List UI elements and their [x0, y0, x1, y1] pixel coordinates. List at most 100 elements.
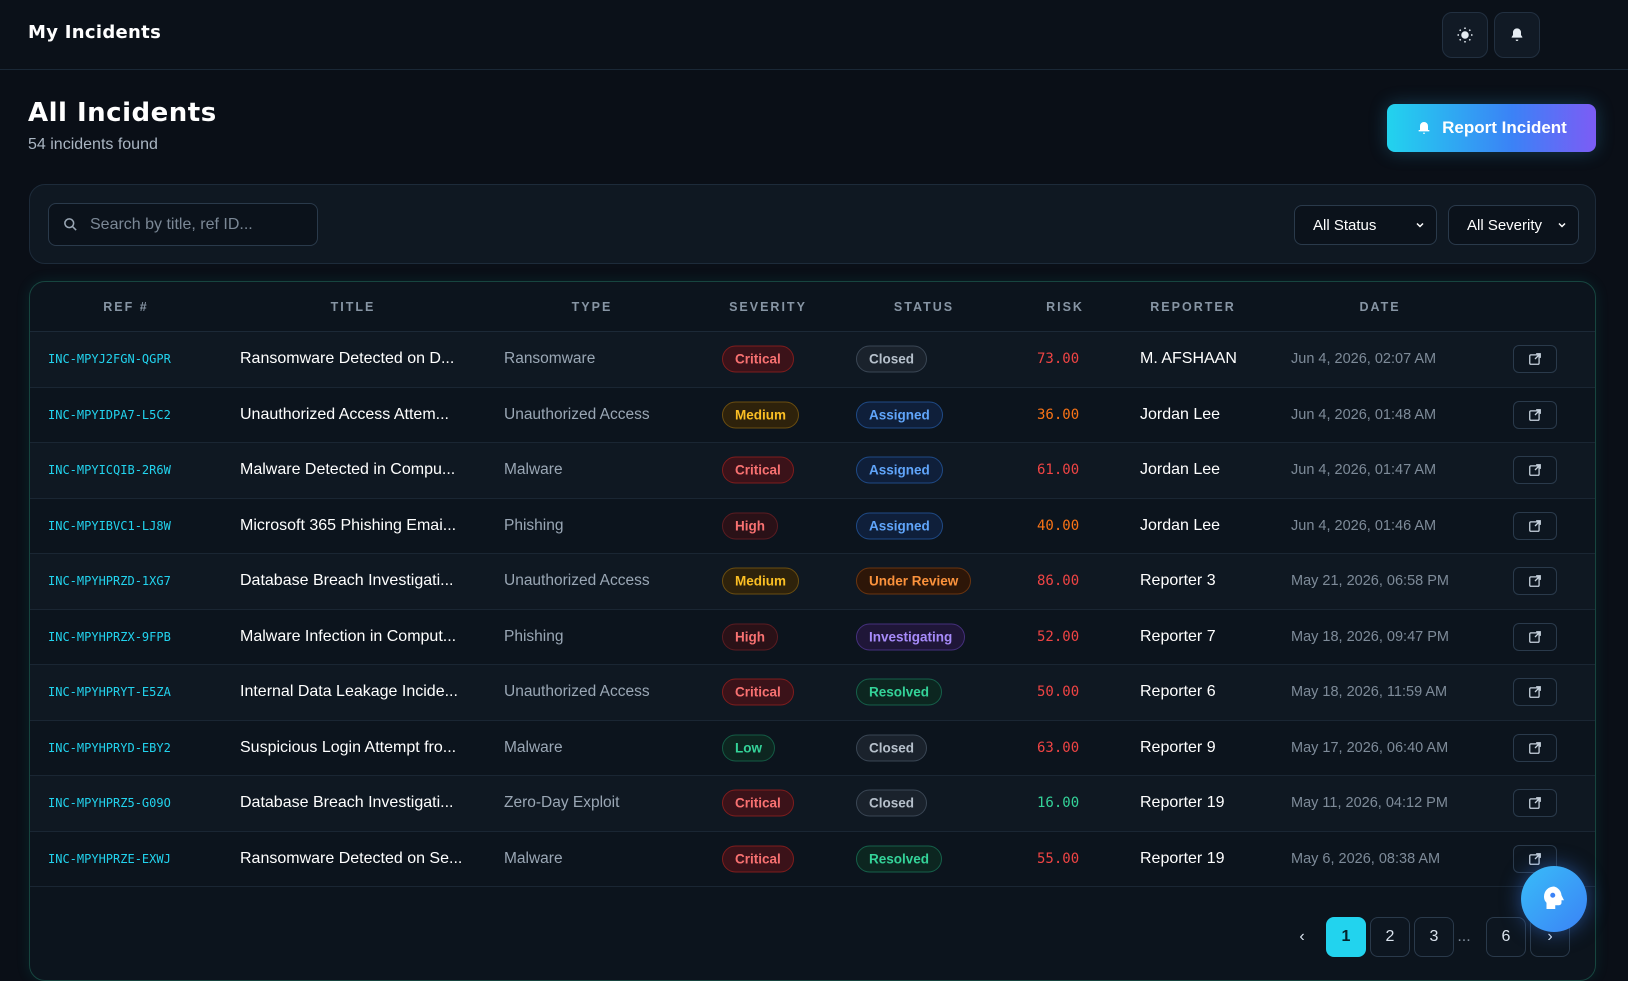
page-2-button[interactable]: 2 [1370, 917, 1410, 957]
header-ref: REF # [103, 300, 149, 314]
table-row[interactable]: INC-MPYHPRYD-EBY2 Suspicious Login Attemp… [30, 721, 1595, 776]
status-filter-select[interactable]: All Status [1294, 205, 1437, 245]
external-link-icon [1529, 797, 1541, 810]
open-incident-button[interactable] [1513, 400, 1557, 429]
status-badge: Investigating [856, 623, 966, 651]
ref-id-link[interactable]: INC-MPYHPRYT-E5ZA [48, 685, 171, 699]
open-incident-button[interactable] [1513, 789, 1557, 818]
severity-cell: Low [722, 734, 775, 762]
ref-id-link[interactable]: INC-MPYIBVC1-LJ8W [48, 519, 171, 533]
incident-type: Malware [504, 738, 563, 756]
incident-type: Zero-Day Exploit [504, 794, 620, 812]
ref-id-link[interactable]: INC-MPYHPRZ5-G09O [48, 796, 171, 810]
ref-id-link[interactable]: INC-MPYHPRYD-EBY2 [48, 741, 171, 755]
bell-icon [1511, 28, 1523, 41]
external-link-icon [1529, 630, 1541, 643]
page-1-button[interactable]: 1 [1326, 917, 1366, 957]
alarm-icon [1418, 122, 1430, 134]
external-link-icon [1529, 353, 1541, 366]
severity-badge: Critical [722, 789, 794, 817]
table-row[interactable]: INC-MPYICQIB-2R6W Malware Detected in Com… [30, 443, 1595, 499]
search-input[interactable]: Search by title, ref ID... [48, 203, 318, 246]
table-row[interactable]: INC-MPYHPRZ5-G09O Database Breach Investi… [30, 776, 1595, 832]
ref-id-link[interactable]: INC-MPYIDPA7-L5C2 [48, 408, 171, 422]
ref-id-link[interactable]: INC-MPYHPRZD-1XG7 [48, 574, 171, 588]
risk-score: 61.00 [1037, 462, 1080, 479]
severity-badge: Critical [722, 678, 794, 706]
severity-cell: Critical [722, 678, 794, 706]
open-incident-button[interactable] [1513, 345, 1557, 374]
status-cell: Investigating [856, 623, 966, 651]
open-incident-button[interactable] [1513, 511, 1557, 540]
incident-title: Microsoft 365 Phishing Emai... [240, 516, 457, 534]
top-bar: My Incidents [0, 0, 1628, 70]
severity-badge: Critical [722, 456, 794, 484]
header-severity: SEVERITY [729, 300, 807, 314]
status-filter-value: All Status [1313, 216, 1377, 234]
severity-filter-select[interactable]: All Severity [1448, 205, 1579, 245]
header-date: DATE [1359, 300, 1401, 314]
table-row[interactable]: INC-MPYHPRZD-1XG7 Database Breach Investi… [30, 554, 1595, 610]
table-header: REF # TITLE TYPE SEVERITY STATUS RISK RE… [30, 282, 1595, 332]
assistant-fab-button[interactable] [1521, 866, 1587, 932]
open-incident-button[interactable] [1513, 733, 1557, 762]
table-row[interactable]: INC-MPYIDPA7-L5C2 Unauthorized Access Att… [30, 388, 1595, 443]
open-incident-button[interactable] [1513, 567, 1557, 596]
header-type: TYPE [571, 300, 613, 314]
table-row[interactable]: INC-MPYHPRZE-EXWJ Ransomware Detected on … [30, 832, 1595, 887]
status-cell: Resolved [856, 678, 943, 706]
incident-date: Jun 4, 2026, 01:46 AM [1291, 517, 1437, 534]
header-status: STATUS [893, 300, 955, 314]
status-badge: Closed [856, 345, 928, 373]
incidents-table: REF # TITLE TYPE SEVERITY STATUS RISK RE… [29, 281, 1596, 981]
risk-score: 73.00 [1037, 351, 1080, 368]
page-6-button[interactable]: 6 [1486, 917, 1526, 957]
table-row[interactable]: INC-MPYHPRYT-E5ZA Internal Data Leakage I… [30, 665, 1595, 721]
incident-date: May 21, 2026, 06:58 PM [1291, 573, 1449, 590]
incident-title: Internal Data Leakage Incide... [240, 683, 458, 701]
sun-icon [1457, 27, 1473, 43]
status-cell: Assigned [856, 456, 943, 484]
filter-bar: Search by title, ref ID... All Status Al… [29, 184, 1596, 264]
incident-date: May 18, 2026, 11:59 AM [1291, 684, 1448, 701]
chevron-down-icon [1416, 222, 1424, 228]
chevron-down-icon [1558, 222, 1566, 228]
pagination: ‹ 1 2 3 ... 6 › [1282, 917, 1572, 957]
theme-toggle-button[interactable] [1442, 12, 1488, 58]
risk-score: 16.00 [1037, 795, 1080, 812]
page-3-button[interactable]: 3 [1414, 917, 1454, 957]
status-cell: Closed [856, 789, 928, 817]
notifications-button[interactable] [1494, 12, 1540, 58]
open-incident-button[interactable] [1513, 678, 1557, 707]
table-row[interactable]: INC-MPYIBVC1-LJ8W Microsoft 365 Phishing … [30, 499, 1595, 554]
severity-filter-value: All Severity [1467, 216, 1543, 234]
open-incident-button[interactable] [1513, 622, 1557, 651]
report-incident-label: Report Incident [1442, 118, 1567, 137]
severity-cell: Medium [722, 567, 800, 595]
reporter-name: Jordan Lee [1140, 461, 1221, 479]
pagination-ellipsis: ... [1457, 928, 1471, 945]
ref-id-link[interactable]: INC-MPYICQIB-2R6W [48, 463, 171, 477]
ref-id-link[interactable]: INC-MPYHPRZE-EXWJ [48, 852, 171, 866]
table-row[interactable]: INC-MPYHPRZX-9FPB Malware Infection in Co… [30, 610, 1595, 665]
ref-id-link[interactable]: INC-MPYHPRZX-9FPB [48, 630, 171, 644]
status-cell: Assigned [856, 401, 943, 429]
ref-id-link[interactable]: INC-MPYJ2FGN-QGPR [48, 352, 171, 366]
incident-type: Ransomware [504, 350, 596, 368]
open-incident-button[interactable] [1513, 456, 1557, 485]
status-badge: Resolved [856, 678, 943, 706]
reporter-name: Reporter 6 [1140, 683, 1216, 701]
incident-title: Suspicious Login Attempt fro... [240, 738, 457, 756]
prev-page-button[interactable]: ‹ [1282, 917, 1322, 957]
reporter-name: Reporter 19 [1140, 794, 1225, 812]
table-row[interactable]: INC-MPYJ2FGN-QGPR Ransomware Detected on … [30, 332, 1595, 388]
severity-cell: Critical [722, 345, 794, 373]
ai-assistant-icon [1544, 886, 1564, 909]
header-reporter: REPORTER [1150, 300, 1236, 314]
reporter-name: Reporter 19 [1140, 849, 1225, 867]
risk-score: 36.00 [1037, 406, 1080, 423]
external-link-icon [1529, 519, 1541, 532]
report-incident-button[interactable]: Report Incident [1387, 104, 1596, 152]
status-cell: Closed [856, 734, 928, 762]
incident-title: Database Breach Investigati... [240, 794, 454, 812]
